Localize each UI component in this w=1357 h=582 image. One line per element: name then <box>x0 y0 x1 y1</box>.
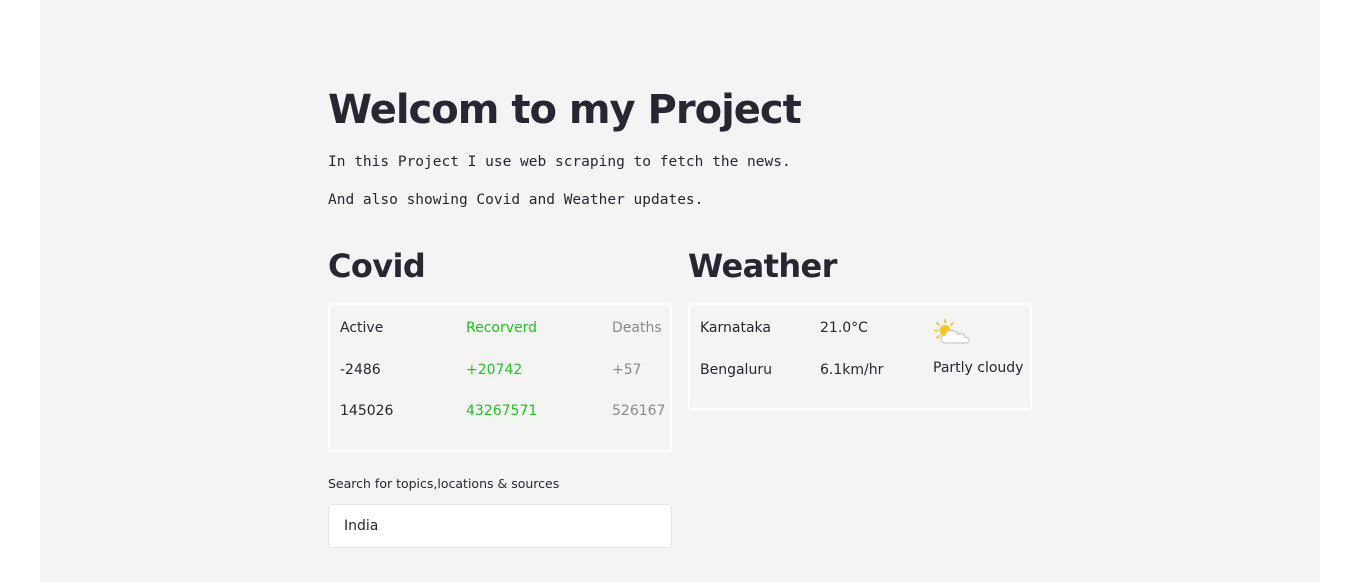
intro-text-line-2: And also showing Covid and Weather updat… <box>328 192 704 208</box>
search-label: Search for topics,locations & sources <box>328 476 560 491</box>
app-container: Welcom to my Project In this Project I u… <box>40 0 1320 582</box>
weather-wind: 6.1km/hr <box>820 362 884 378</box>
weather-heading: Weather <box>688 247 837 285</box>
covid-active-change: -2486 <box>340 362 381 378</box>
covid-header-recovered: Recorverd <box>466 320 538 336</box>
weather-city: Bengaluru <box>700 362 772 378</box>
covid-header-active: Active <box>340 320 384 336</box>
weather-condition: Partly cloudy <box>933 360 1024 376</box>
weather-temperature: 21.0°C <box>820 320 868 336</box>
covid-stats-panel: Active Recorverd Deaths -2486 +20742 +57… <box>328 303 672 452</box>
intro-text-line-1: In this Project I use web scraping to fe… <box>328 154 791 170</box>
search-input[interactable] <box>328 504 672 548</box>
weather-state: Karnataka <box>700 320 771 336</box>
partly-cloudy-icon <box>933 318 974 346</box>
weather-panel: Karnataka 21.0°C Bengaluru 6.1km/hr Part… <box>688 303 1032 410</box>
covid-recovered-change: +20742 <box>466 362 523 378</box>
covid-recovered-total: 43267571 <box>466 403 538 419</box>
covid-header-deaths: Deaths <box>612 320 662 336</box>
covid-deaths-change: +57 <box>612 362 642 378</box>
covid-deaths-total: 526167 <box>612 403 666 419</box>
page-title: Welcom to my Project <box>328 87 802 133</box>
covid-active-total: 145026 <box>340 403 394 419</box>
covid-heading: Covid <box>328 247 426 285</box>
